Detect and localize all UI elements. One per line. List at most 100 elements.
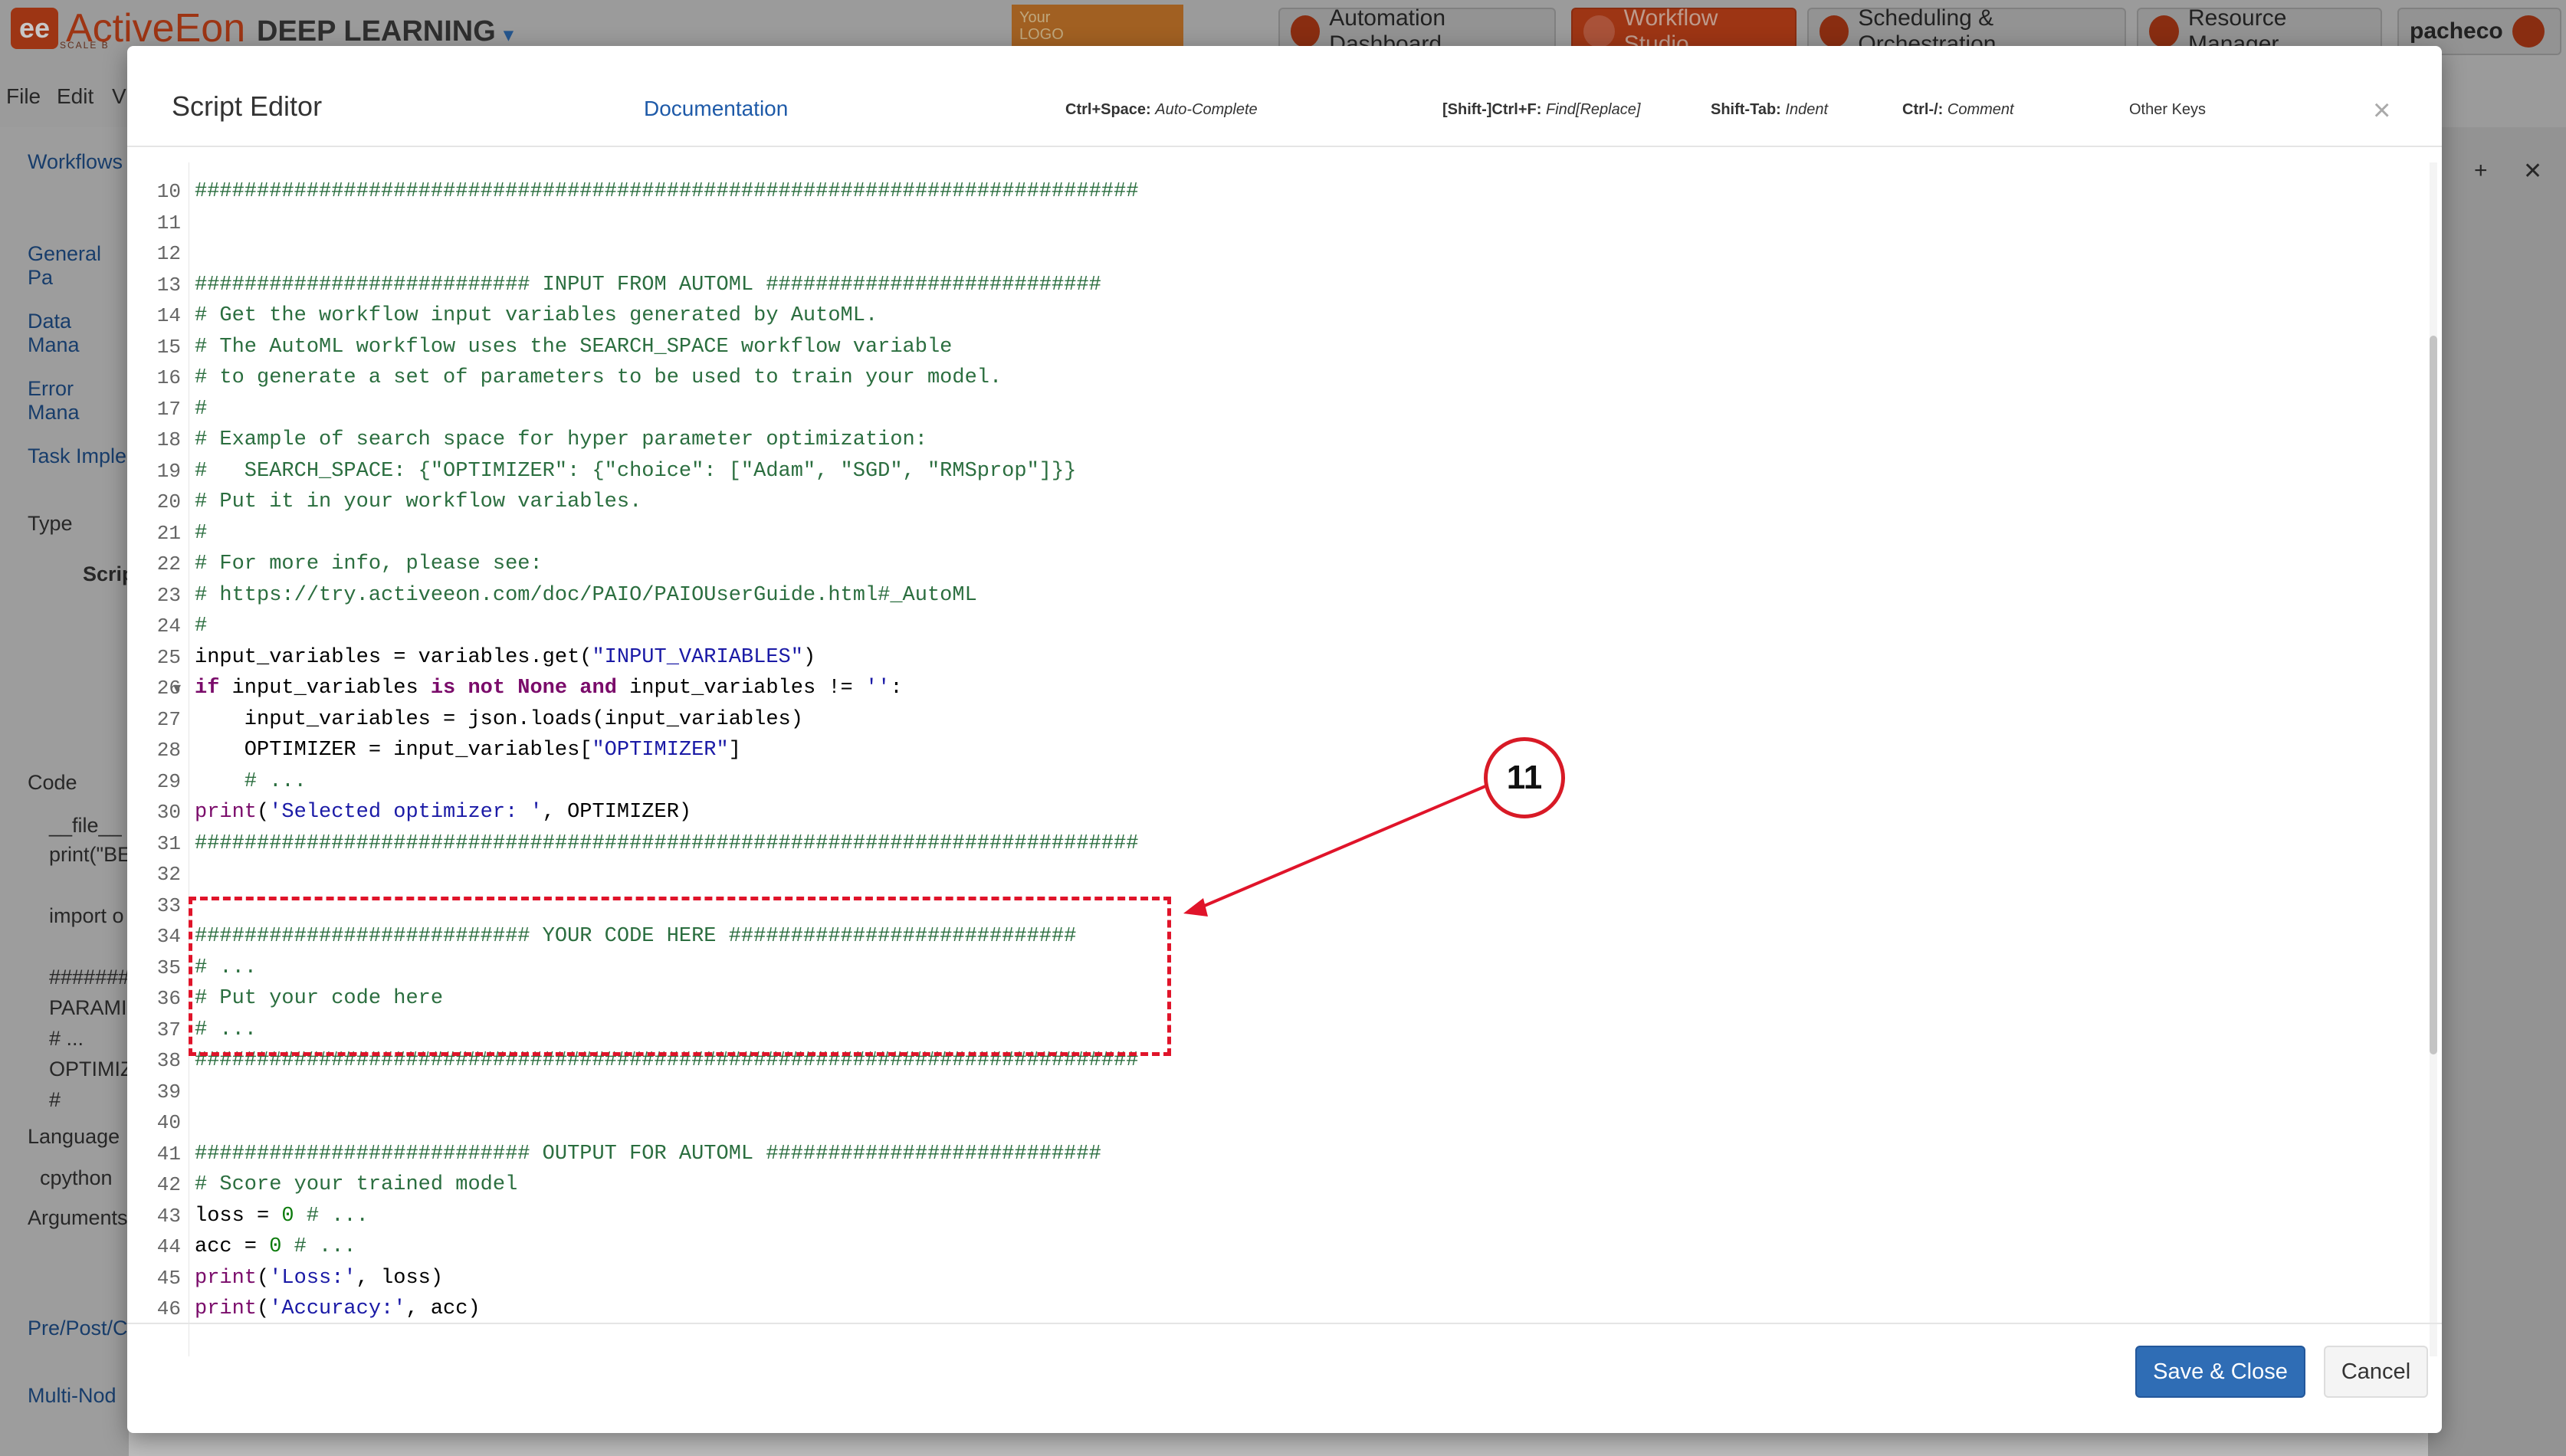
line-number: 25 — [156, 645, 181, 669]
line-number: 21 — [156, 521, 181, 545]
code-line[interactable]: 10 ######################################… — [127, 176, 2423, 207]
shortcut-key: Shift-Tab: — [1711, 101, 1781, 118]
line-number: 45 — [156, 1266, 181, 1290]
line-number: 28 — [156, 739, 181, 762]
line-number: 29 — [156, 769, 181, 793]
code-line[interactable]: 13 ########################### INPUT FROM… — [127, 270, 2423, 300]
line-number: 37 — [156, 1018, 181, 1041]
code-line[interactable]: 12 — [127, 238, 2423, 269]
code-text: acc = 0 # ... — [195, 1235, 356, 1258]
code-text: input_variables = variables.get("INPUT_V… — [195, 645, 816, 669]
line-number: 44 — [156, 1235, 181, 1258]
shortcut-key: Ctrl-/: — [1902, 101, 1944, 118]
code-line[interactable]: 11 — [127, 208, 2423, 238]
shortcut-action: Comment — [1947, 101, 2014, 118]
code-text: # SEARCH_SPACE: {"OPTIMIZER": {"choice":… — [195, 459, 1077, 483]
code-editor[interactable]: 10 ######################################… — [127, 162, 2423, 1356]
code-line[interactable]: 25 input_variables = variables.get("INPUT… — [127, 642, 2423, 673]
shortcut-find-replace: [Shift-]Ctrl+F: Find[Replace] — [1442, 101, 1640, 119]
line-number: 16 — [156, 366, 181, 389]
code-text: print('Accuracy:', acc) — [195, 1297, 481, 1320]
code-line[interactable]: 14 # Get the workflow input variables gen… — [127, 300, 2423, 331]
script-editor-modal: Script Editor Documentation Ctrl+Space: … — [127, 46, 2442, 1433]
shortcut-comment: Ctrl-/: Comment — [1902, 101, 2014, 119]
shortcut-key: [Shift-]Ctrl+F: — [1442, 101, 1542, 118]
shortcut-action: Find[Replace] — [1545, 101, 1641, 118]
code-text: # — [195, 615, 208, 638]
code-text: # https://try.activeeon.com/doc/PAIO/PAI… — [195, 583, 977, 607]
code-line[interactable]: 20 # Put it in your workflow variables. — [127, 487, 2423, 517]
code-line[interactable]: 19 # SEARCH_SPACE: {"OPTIMIZER": {"choice… — [127, 456, 2423, 487]
code-line[interactable]: 27 input_variables = json.loads(input_va… — [127, 704, 2423, 735]
code-line[interactable]: 40 — [127, 1107, 2423, 1138]
other-keys-link[interactable]: Other Keys — [2129, 101, 2206, 119]
line-number: 12 — [156, 242, 181, 265]
code-line[interactable]: 44 acc = 0 # ... — [127, 1231, 2423, 1262]
code-text: ########################### OUTPUT FOR A… — [195, 1142, 1101, 1166]
shortcut-action: Indent — [1785, 101, 1828, 118]
code-line[interactable]: 22 # For more info, please see: — [127, 549, 2423, 579]
line-number: 32 — [156, 863, 181, 886]
line-number: 14 — [156, 304, 181, 327]
code-line[interactable]: 15 # The AutoML workflow uses the SEARCH_… — [127, 332, 2423, 362]
code-line[interactable]: 31 ######################################… — [127, 828, 2423, 859]
annotation-badge: 11 — [1484, 737, 1565, 818]
code-line[interactable]: 21 # — [127, 518, 2423, 549]
code-text: ########################################… — [195, 180, 1139, 203]
line-number: 23 — [156, 583, 181, 607]
code-text: if input_variables is not None and input… — [195, 677, 903, 700]
line-number: 33 — [156, 894, 181, 917]
save-close-button[interactable]: Save & Close — [2135, 1346, 2305, 1398]
footer-divider — [127, 1323, 2442, 1324]
code-line[interactable]: 26 ▾ if input_variables is not None and in… — [127, 673, 2423, 703]
line-number: 43 — [156, 1204, 181, 1228]
code-line[interactable]: 18 # Example of search space for hyper pa… — [127, 425, 2423, 455]
line-number: 17 — [156, 397, 181, 421]
line-number: 30 — [156, 801, 181, 824]
code-line[interactable]: 45 print('Loss:', loss) — [127, 1263, 2423, 1294]
code-line[interactable]: 23 # https://try.activeeon.com/doc/PAIO/P… — [127, 580, 2423, 611]
code-line[interactable]: 43 loss = 0 # ... — [127, 1201, 2423, 1231]
line-number: 24 — [156, 615, 181, 638]
code-line[interactable]: 46 print('Accuracy:', acc) — [127, 1294, 2423, 1324]
code-text: input_variables = json.loads(input_varia… — [195, 707, 803, 731]
shortcut-autocomplete: Ctrl+Space: Auto-Complete — [1065, 101, 1258, 119]
code-text: # For more info, please see: — [195, 553, 543, 576]
code-line[interactable]: 17 # — [127, 394, 2423, 425]
code-line[interactable]: 16 # to generate a set of parameters to b… — [127, 362, 2423, 393]
fold-toggle-icon[interactable]: ▾ — [173, 674, 181, 702]
code-text: # Put it in your workflow variables. — [195, 490, 642, 513]
code-line[interactable]: 41 ########################### OUTPUT FOR… — [127, 1139, 2423, 1169]
code-text: # Get the workflow input variables gener… — [195, 304, 878, 327]
cancel-button[interactable]: Cancel — [2324, 1346, 2428, 1398]
code-text: loss = 0 # ... — [195, 1204, 369, 1228]
code-text: # Score your trained model — [195, 1173, 518, 1196]
code-line[interactable]: 32 — [127, 859, 2423, 890]
code-line[interactable]: 28 OPTIMIZER = input_variables["OPTIMIZE… — [127, 735, 2423, 766]
header-divider — [127, 146, 2442, 147]
code-text: print('Selected optimizer: ', OPTIMIZER) — [195, 801, 692, 824]
code-text: print('Loss:', loss) — [195, 1266, 444, 1290]
code-line[interactable]: 24 # — [127, 611, 2423, 641]
code-line[interactable]: 39 — [127, 1077, 2423, 1107]
code-text: ########################### INPUT FROM A… — [195, 273, 1101, 297]
line-number: 11 — [156, 211, 181, 234]
code-text: # Example of search space for hyper para… — [195, 428, 927, 451]
editor-scrollbar-thumb[interactable] — [2430, 336, 2437, 1054]
code-text: # — [195, 521, 208, 545]
line-number: 41 — [156, 1142, 181, 1166]
highlight-your-code-box — [189, 897, 1171, 1056]
line-number: 13 — [156, 273, 181, 297]
line-number: 40 — [156, 1111, 181, 1134]
modal-title: Script Editor — [172, 90, 323, 122]
close-icon[interactable]: × — [2373, 93, 2390, 128]
code-line[interactable]: 42 # Score your trained model — [127, 1169, 2423, 1200]
code-line[interactable]: 30 print('Selected optimizer: ', OPTIMIZE… — [127, 797, 2423, 828]
code-line[interactable]: 29 # ... — [127, 766, 2423, 797]
code-text: # The AutoML workflow uses the SEARCH_SP… — [195, 335, 953, 359]
line-number: 15 — [156, 335, 181, 359]
shortcut-indent: Shift-Tab: Indent — [1711, 101, 1828, 119]
shortcut-key: Ctrl+Space: — [1065, 101, 1151, 118]
documentation-link[interactable]: Documentation — [644, 97, 788, 121]
line-number: 34 — [156, 925, 181, 948]
